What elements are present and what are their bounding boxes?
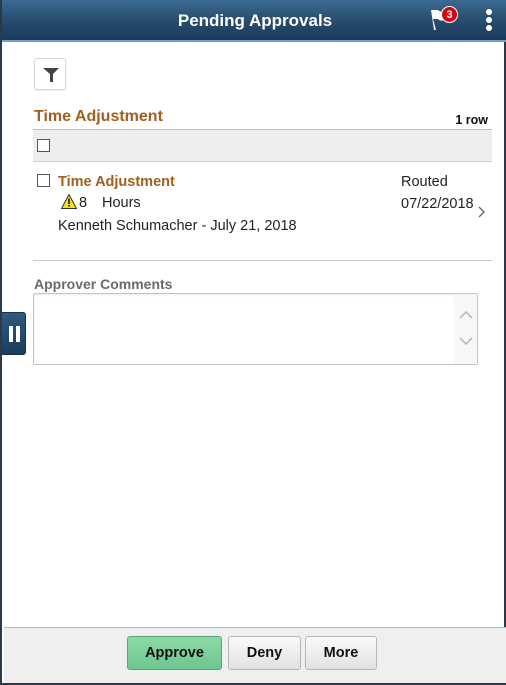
filter-button[interactable]: [34, 58, 66, 90]
row-checkbox[interactable]: [37, 174, 50, 187]
row-count: 1 row: [455, 113, 488, 127]
app-frame: Pending Approvals 3 Time Adjustment 1 ro…: [0, 0, 506, 685]
comments-label: Approver Comments: [34, 276, 173, 292]
filter-icon: [43, 68, 59, 82]
hours-quantity: 8: [79, 195, 88, 211]
header-bar: Pending Approvals 3: [2, 0, 506, 42]
row-status: Routed: [401, 174, 448, 190]
approve-button[interactable]: Approve: [127, 636, 222, 670]
more-button[interactable]: More: [305, 636, 377, 670]
row-title[interactable]: Time Adjustment: [58, 174, 175, 190]
warning-icon: [61, 194, 77, 209]
footer-toolbar: Approve Deny More: [4, 627, 506, 683]
row-person-date: Kenneth Schumacher - July 21, 2018: [58, 218, 297, 234]
notification-badge: 3: [441, 6, 458, 23]
kebab-menu-icon[interactable]: [484, 9, 494, 33]
comments-scrollbar[interactable]: [454, 294, 477, 364]
notifications-button[interactable]: 3: [429, 6, 463, 34]
table-row[interactable]: Time Adjustment 8 Hours Kenneth Schumach…: [33, 163, 492, 261]
row-date: 07/22/2018: [401, 196, 474, 212]
section-title: Time Adjustment: [34, 108, 163, 125]
chevron-right-icon[interactable]: [478, 206, 486, 218]
comments-field[interactable]: [33, 293, 478, 365]
side-panel-toggle[interactable]: [2, 312, 26, 355]
deny-button[interactable]: Deny: [228, 636, 301, 670]
hours-unit: Hours: [102, 195, 141, 211]
grid-header: [33, 129, 492, 162]
chevron-up-icon[interactable]: [459, 310, 473, 320]
chevron-down-icon[interactable]: [459, 336, 473, 346]
comments-textarea[interactable]: [34, 294, 454, 364]
select-all-checkbox[interactable]: [37, 139, 50, 152]
